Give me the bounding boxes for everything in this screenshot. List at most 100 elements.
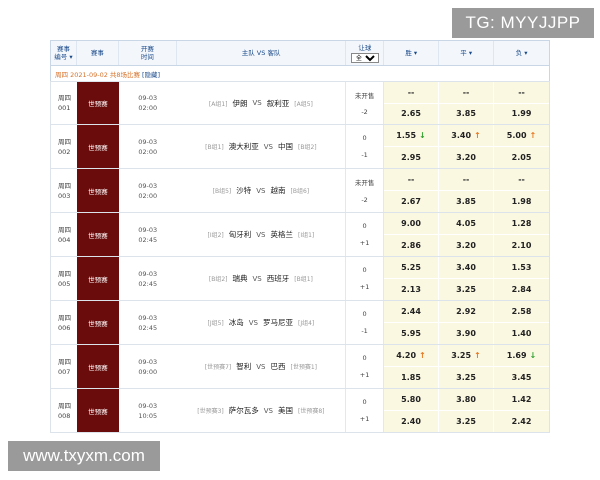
match-row: 周四 006 世预赛 09-03 02:45 [J组5] 冰岛 VS 罗马尼亚 [J组4] 0 -1 2…	[50, 301, 550, 345]
odds-win-cell[interactable]: --	[384, 82, 440, 103]
league-badge[interactable]: 世预赛	[76, 82, 119, 124]
odds-draw-cell[interactable]: 3.20	[439, 235, 495, 256]
header-draw-sort[interactable]: 平 ▾	[439, 41, 495, 65]
home-team[interactable]: 瑞典	[233, 273, 248, 284]
league-badge[interactable]: 世预赛	[76, 169, 119, 212]
home-team[interactable]: 萨尔瓦多	[229, 405, 259, 416]
odds-win-cell[interactable]: 2.40	[384, 411, 440, 432]
odds-draw-cell[interactable]: 3.25	[439, 367, 495, 388]
away-team[interactable]: 西班牙	[267, 273, 290, 284]
odds-win-cell[interactable]: 1.85	[384, 367, 440, 388]
league-badge[interactable]: 世预赛	[76, 301, 119, 344]
odds-lose-cell[interactable]: 2.58	[494, 301, 550, 322]
odds-win-cell[interactable]: 2.13	[384, 279, 440, 300]
odds-draw-cell[interactable]: 3.85	[439, 191, 495, 212]
odds-lose-cell[interactable]: 1.99	[494, 103, 550, 124]
handicap-filter-select[interactable]: 全部	[350, 52, 379, 63]
home-team[interactable]: 伊朗	[233, 98, 248, 109]
odds-draw-cell[interactable]: 3.40	[439, 257, 495, 278]
away-team[interactable]: 中国	[278, 141, 293, 152]
odds-win-cell[interactable]: 1.55 ↓	[384, 125, 440, 146]
handicap-values: 0 -1	[346, 125, 385, 168]
odds-lose-cell[interactable]: 2.84	[494, 279, 550, 300]
match-id-number: 003	[58, 191, 71, 200]
odds-win-cell[interactable]: 4.20 ↑	[384, 345, 440, 366]
odds-draw-cell[interactable]: 3.20	[439, 147, 495, 168]
odds-lose-cell[interactable]: 1.40	[494, 323, 550, 344]
odds-lose-cell[interactable]: --	[494, 169, 550, 190]
home-team[interactable]: 冰岛	[229, 317, 244, 328]
odds-draw-cell[interactable]: 3.90	[439, 323, 495, 344]
odds-lose-cell[interactable]: --	[494, 82, 550, 103]
odds-win: 5.80	[401, 395, 421, 404]
match-teams: [B组2] 瑞典 VS 西班牙 [B组1]	[177, 257, 347, 300]
match-id: 周四 008	[51, 389, 77, 432]
odds-lose-cell[interactable]: 1.98	[494, 191, 550, 212]
league-badge[interactable]: 世预赛	[76, 257, 119, 300]
away-team[interactable]: 叙利亚	[267, 98, 290, 109]
odds-win-cell[interactable]: 5.80	[384, 389, 440, 410]
odds-draw-cell[interactable]: 3.85	[439, 103, 495, 124]
odds-lose-cell[interactable]: 1.42	[494, 389, 550, 410]
odds-win: --	[407, 175, 415, 184]
header-win-sort[interactable]: 胜 ▾	[384, 41, 440, 65]
header-match-id[interactable]: 赛事 编号 ▾	[51, 41, 77, 65]
league-badge[interactable]: 世预赛	[76, 345, 119, 388]
odds-win-cell[interactable]: 2.44	[384, 301, 440, 322]
odds-lose-cell[interactable]: 2.05	[494, 147, 550, 168]
vs-label: VS	[252, 274, 262, 283]
away-team[interactable]: 巴西	[271, 361, 286, 372]
away-team[interactable]: 越南	[271, 185, 286, 196]
odds-win-cell[interactable]: 9.00	[384, 213, 440, 234]
league-badge[interactable]: 世预赛	[76, 213, 119, 256]
arrow-down-icon: ↓	[529, 351, 537, 360]
odds-win-cell[interactable]: 2.65	[384, 103, 440, 124]
odds-draw-cell[interactable]: 3.25	[439, 411, 495, 432]
odds-draw-cell[interactable]: 3.80	[439, 389, 495, 410]
odds-win-cell[interactable]: 5.25	[384, 257, 440, 278]
home-team[interactable]: 智利	[236, 361, 251, 372]
odds-lose: 1.40	[511, 329, 532, 338]
odds-draw-cell[interactable]: 3.25	[439, 279, 495, 300]
odds-win-cell[interactable]: 2.67	[384, 191, 440, 212]
home-team[interactable]: 沙特	[236, 185, 251, 196]
odds-lose-cell[interactable]: 1.53	[494, 257, 550, 278]
league-badge[interactable]: 世预赛	[76, 389, 119, 432]
header-lose-sort[interactable]: 负 ▾	[494, 41, 549, 65]
day-count: 共8场比赛	[109, 70, 140, 79]
odds-draw-cell[interactable]: 2.92	[439, 301, 495, 322]
odds-win-cell[interactable]: 2.95	[384, 147, 440, 168]
handicap-line: -1	[361, 151, 368, 160]
away-team[interactable]: 罗马尼亚	[263, 317, 293, 328]
odds-lose-cell[interactable]: 2.42	[494, 411, 550, 432]
odds-lose: --	[518, 87, 525, 97]
odds-lose-cell[interactable]: 3.45	[494, 367, 550, 388]
home-group: [B组1]	[205, 144, 224, 151]
odds-win-cell[interactable]: 2.86	[384, 235, 440, 256]
odds-row-handicap: 1.85 3.25 3.45	[384, 367, 550, 388]
odds-draw-cell[interactable]: 4.05	[439, 213, 495, 234]
odds-draw-cell[interactable]: 3.40 ↑	[439, 125, 495, 146]
away-group: [B组1]	[294, 276, 313, 283]
away-team[interactable]: 英格兰	[271, 229, 294, 240]
odds-lose-cell[interactable]: 1.69 ↓	[494, 345, 550, 366]
odds-win-cell[interactable]: 5.95	[384, 323, 440, 344]
odds-lose-cell[interactable]: 2.10	[494, 235, 550, 256]
away-team[interactable]: 美国	[278, 405, 293, 416]
match-list: 周四 001 世预赛 09-03 02:00 [A组1] 伊朗 VS 叙利亚 [A组5] 未开售 -2…	[50, 81, 550, 433]
odds-win: 5.25	[401, 263, 421, 272]
match-id-day: 周四	[58, 225, 71, 234]
odds-draw-cell[interactable]: --	[439, 82, 495, 103]
day-hide-link[interactable]: [隐藏]	[142, 69, 160, 79]
home-group: [J组5]	[207, 320, 224, 327]
odds-draw-cell[interactable]: 3.25 ↑	[439, 345, 495, 366]
home-team[interactable]: 匈牙利	[229, 229, 252, 240]
home-team[interactable]: 澳大利亚	[229, 141, 259, 152]
odds-lose-cell[interactable]: 5.00 ↑	[494, 125, 550, 146]
day-date: 周四 2021-09-02	[55, 70, 108, 79]
match-date: 09-03	[138, 225, 158, 234]
odds-win-cell[interactable]: --	[384, 169, 440, 190]
odds-draw-cell[interactable]: --	[439, 169, 495, 190]
odds-lose-cell[interactable]: 1.28	[494, 213, 550, 234]
league-badge[interactable]: 世预赛	[76, 125, 119, 168]
